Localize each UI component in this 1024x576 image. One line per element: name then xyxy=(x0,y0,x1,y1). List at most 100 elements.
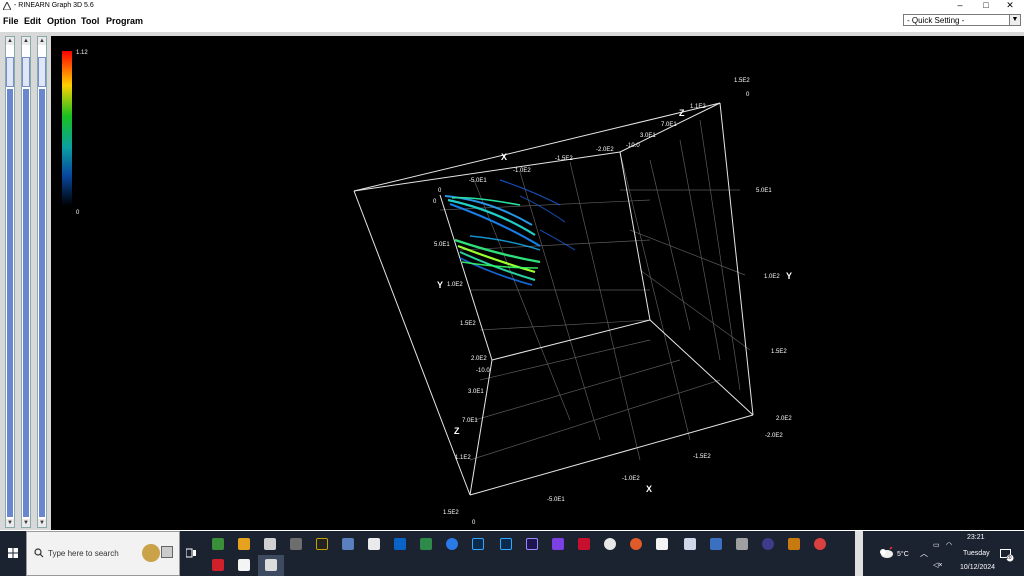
right-y-tick-3: 1.5E2 xyxy=(771,349,787,355)
app-icon-15[interactable] xyxy=(578,538,590,550)
minimize-button[interactable]: – xyxy=(948,0,972,12)
rinearn-graph-icon[interactable] xyxy=(265,559,277,571)
folder-icon[interactable] xyxy=(238,538,250,550)
task-view-icon[interactable] xyxy=(186,548,196,558)
top-z-tick-1: -10.0 xyxy=(626,143,640,149)
maximize-button[interactable]: □ xyxy=(974,0,998,12)
top-z-axis-name: Z xyxy=(679,108,685,118)
app-icon-14[interactable] xyxy=(552,538,564,550)
left-z-axis-name: Z xyxy=(454,426,460,436)
top-x-tick-1: -5.0E1 xyxy=(469,178,487,184)
left-y-tick-2: 1.0E2 xyxy=(447,282,463,288)
app-icon-22[interactable] xyxy=(762,538,774,550)
slider-thumb[interactable] xyxy=(38,57,46,87)
clock-day[interactable]: Tuesday xyxy=(963,550,990,557)
app-icon-9[interactable] xyxy=(420,538,432,550)
slider-track xyxy=(39,89,45,517)
app-icon-4[interactable] xyxy=(290,538,302,550)
bottom-corner-label-b: 0 xyxy=(472,520,476,526)
outlook-icon[interactable] xyxy=(394,538,406,550)
left-z-tick-1: -10.0 xyxy=(476,368,490,374)
rotation-slider-3[interactable]: ▲ ▼ xyxy=(37,36,47,528)
right-y-tick-2: 1.0E2 xyxy=(764,274,780,280)
save-icon[interactable] xyxy=(684,538,696,550)
close-button[interactable]: ✕ xyxy=(998,0,1022,12)
app-icon-23[interactable] xyxy=(788,538,800,550)
arrow-up-icon[interactable]: ▲ xyxy=(22,37,30,45)
left-y-axis-name: Y xyxy=(437,280,443,290)
left-z-tick-4: 1.1E2 xyxy=(455,455,471,461)
search-icon xyxy=(34,548,44,558)
colorbar-max-label: 1.12 xyxy=(76,50,88,56)
menu-file[interactable]: File xyxy=(3,15,19,27)
chevron-up-icon[interactable]: ︿ xyxy=(920,548,928,559)
slider-thumb[interactable] xyxy=(22,57,30,87)
app-icon-7[interactable] xyxy=(368,538,380,550)
title-bar: - RINEARN Graph 3D 5.6 – □ ✕ xyxy=(0,0,1024,12)
bottom-x-tick-3: -1.5E2 xyxy=(693,454,711,460)
notification-count: 20 xyxy=(1006,555,1012,561)
premiere-icon[interactable] xyxy=(526,538,538,550)
grid-lines xyxy=(439,119,751,461)
app-icon-3[interactable] xyxy=(264,538,276,550)
slider-track xyxy=(23,89,29,517)
app-icon-21[interactable] xyxy=(736,538,748,550)
bounding-box xyxy=(353,102,754,496)
weather-temperature: 5°C xyxy=(897,551,909,558)
right-y-tick-1: 5.0E1 xyxy=(756,188,772,194)
app-icon-5[interactable] xyxy=(316,538,328,550)
left-z-tick-2: 3.0E1 xyxy=(468,389,484,395)
arrow-down-icon[interactable]: ▼ xyxy=(38,519,46,527)
left-y-tick-1: 5.0E1 xyxy=(434,242,450,248)
slider-thumb[interactable] xyxy=(6,57,14,87)
menu-program[interactable]: Program xyxy=(106,15,143,27)
chevron-down-icon[interactable]: ▼ xyxy=(1009,14,1021,26)
search-placeholder: Type here to search xyxy=(48,549,119,558)
slider-track xyxy=(7,89,13,517)
left-z-tick-3: 7.0E1 xyxy=(462,418,478,424)
windows-start-icon[interactable] xyxy=(0,531,26,576)
clock-time[interactable]: 23:21 xyxy=(967,534,985,541)
photoshop-icon-2[interactable] xyxy=(500,538,512,550)
window-title: - RINEARN Graph 3D 5.6 xyxy=(14,2,94,9)
corner-label-a: 1.5E2 xyxy=(734,78,750,84)
top-x-tick-4: -2.0E2 xyxy=(596,147,614,153)
graph-canvas[interactable]: 1.12 0 X -5.0E1 -1.0E2 -1.5E2 -2.0E2 0 0… xyxy=(51,36,1024,530)
document-icon[interactable] xyxy=(656,538,668,550)
app-icon-20[interactable] xyxy=(710,538,722,550)
app-icon-17[interactable] xyxy=(630,538,642,550)
taskbar: Type here to search 5°C ︿ ▭ ◠ ◁× 23:21 T… xyxy=(0,531,1024,576)
menu-tool[interactable]: Tool xyxy=(81,15,99,27)
menu-option[interactable]: Option xyxy=(47,15,76,27)
arrow-down-icon[interactable]: ▼ xyxy=(6,519,14,527)
top-origin-x: 0 xyxy=(438,188,442,194)
left-y-tick-3: 1.5E2 xyxy=(460,321,476,327)
taskbar-search[interactable]: Type here to search xyxy=(26,531,180,576)
arrow-down-icon[interactable]: ▼ xyxy=(22,519,30,527)
top-x-axis-name: X xyxy=(501,152,507,162)
top-z-tick-4: 1.1E2 xyxy=(690,104,706,110)
quick-setting-select[interactable]: - Quick Setting - xyxy=(903,14,1010,26)
arrow-up-icon[interactable]: ▲ xyxy=(38,37,46,45)
graph-3d[interactable]: 1.12 0 X -5.0E1 -1.0E2 -1.5E2 -2.0E2 0 0… xyxy=(51,36,1024,530)
pdf-icon[interactable] xyxy=(212,559,224,571)
app-icon-1[interactable] xyxy=(212,538,224,550)
volume-icon[interactable]: ◁× xyxy=(933,561,942,569)
menu-edit[interactable]: Edit xyxy=(24,15,41,27)
rotation-slider-2[interactable]: ▲ ▼ xyxy=(21,36,31,528)
right-y-axis-name: Y xyxy=(786,271,792,281)
app-icon-24[interactable] xyxy=(814,538,826,550)
bottom-x-tick-1: -5.0E1 xyxy=(547,497,565,503)
clock-date[interactable]: 10/12/2024 xyxy=(960,564,995,571)
app-icon-16[interactable] xyxy=(604,538,616,550)
photoshop-icon[interactable] xyxy=(472,538,484,550)
taskbar-scroll-strip[interactable] xyxy=(855,531,863,576)
wifi-icon[interactable]: ◠ xyxy=(946,541,952,549)
app-icon-6[interactable] xyxy=(342,538,354,550)
browser-icon[interactable] xyxy=(446,538,458,550)
top-origin-y: 0 xyxy=(433,199,437,205)
rotation-slider-1[interactable]: ▲ ▼ xyxy=(5,36,15,528)
battery-icon[interactable]: ▭ xyxy=(933,541,940,549)
document-icon-2[interactable] xyxy=(238,559,250,571)
arrow-up-icon[interactable]: ▲ xyxy=(6,37,14,45)
